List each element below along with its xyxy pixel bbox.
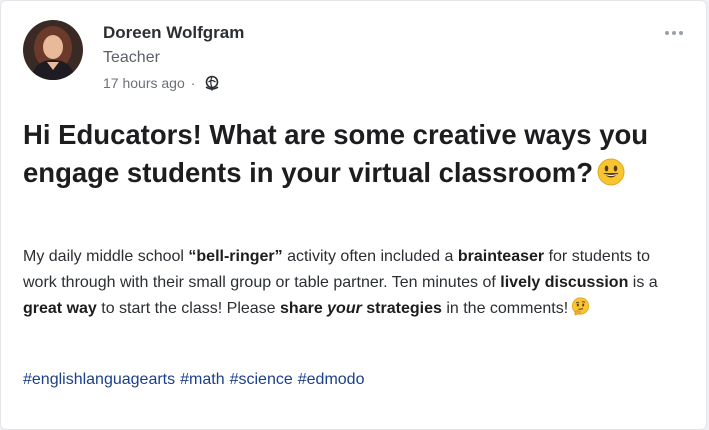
post-body: My daily middle school “bell-ringer” act… xyxy=(23,244,688,322)
author-role: Teacher xyxy=(103,49,160,66)
globe-icon xyxy=(203,74,221,92)
post-title: Hi Educators! What are some creative way… xyxy=(23,116,693,192)
hashtag-link[interactable]: #edmodo xyxy=(298,371,365,389)
body-bold-strategies: strategies xyxy=(361,300,442,317)
author-name[interactable]: Doreen Wolfgram xyxy=(103,23,244,43)
body-bold-lively-discussion: lively discussion xyxy=(500,274,629,291)
avatar-photo xyxy=(23,20,83,80)
smiling-face-emoji-icon xyxy=(597,158,625,186)
post-card: Doreen Wolfgram Teacher 17 hours ago · H… xyxy=(0,0,707,430)
thinking-face-emoji-icon xyxy=(571,297,590,316)
meta-separator: · xyxy=(190,75,196,91)
post-meta: 17 hours ago · xyxy=(103,74,221,92)
hashtag-link[interactable]: #science xyxy=(230,371,293,389)
author-avatar[interactable] xyxy=(23,20,83,80)
body-text-segment: My daily middle school xyxy=(23,248,189,265)
body-bold-italic-your: your xyxy=(327,300,362,317)
more-options-icon[interactable] xyxy=(665,31,683,35)
body-bold-great-way: great way xyxy=(23,300,97,317)
hashtag-link[interactable]: #math xyxy=(180,371,224,389)
post-title-text: Hi Educators! What are some creative way… xyxy=(23,119,649,188)
body-bold-bell-ringer: “bell-ringer” xyxy=(188,248,283,265)
body-text-segment: is a xyxy=(628,274,658,291)
hashtag-link[interactable]: #englishlanguagearts xyxy=(23,371,175,389)
body-text-segment: activity often included a xyxy=(282,248,458,265)
body-text-segment: to start the class! Please xyxy=(96,300,281,317)
body-bold-brainteaser: brainteaser xyxy=(457,248,545,265)
post-timestamp[interactable]: 17 hours ago xyxy=(103,75,185,91)
hashtag-list: #englishlanguagearts #math #science #edm… xyxy=(23,371,364,389)
body-text-segment: in the comments! xyxy=(441,300,569,317)
body-bold-share: share xyxy=(280,300,328,317)
